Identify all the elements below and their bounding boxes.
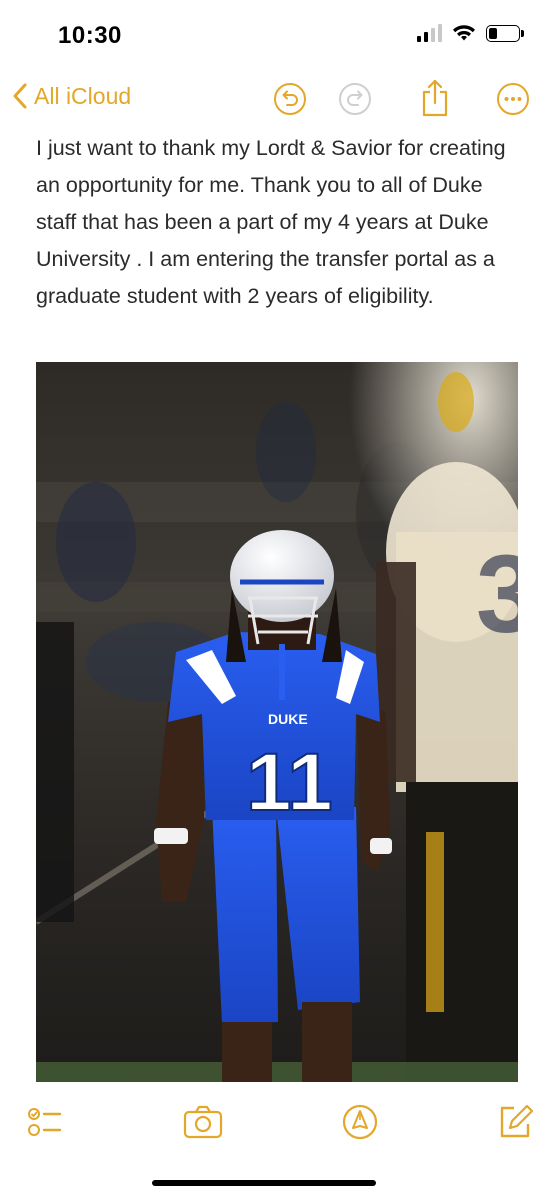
battery-icon (486, 24, 524, 42)
jersey-number: 11 (246, 737, 333, 828)
camera-button[interactable] (182, 1102, 224, 1142)
bottom-toolbar (0, 1090, 554, 1156)
back-label: All iCloud (34, 82, 132, 109)
home-indicator[interactable] (152, 1180, 376, 1186)
more-button[interactable] (496, 82, 530, 116)
checklist-button[interactable] (24, 1102, 64, 1142)
undo-button[interactable] (273, 82, 307, 116)
chevron-left-icon (13, 83, 27, 109)
status-bar: 10:30 (0, 0, 554, 70)
status-time: 10:30 (58, 22, 122, 49)
jersey-wordmark: DUKE (268, 711, 308, 727)
compose-button[interactable] (496, 1102, 536, 1142)
note-body-text[interactable]: I just want to thank my Lordt & Savior f… (36, 130, 516, 315)
signal-icon (417, 24, 442, 42)
back-button[interactable]: All iCloud (12, 82, 131, 110)
wifi-icon (453, 25, 475, 41)
redo-button[interactable] (338, 82, 372, 116)
share-button[interactable] (418, 78, 452, 118)
note-photo[interactable]: 3 DUKE 11 (36, 362, 518, 1082)
svg-text:3: 3 (476, 533, 518, 656)
status-icons (417, 24, 524, 42)
nav-bar: All iCloud (0, 72, 554, 126)
markup-button[interactable] (340, 1102, 380, 1142)
football-player-photo: 3 DUKE 11 (36, 362, 518, 1082)
